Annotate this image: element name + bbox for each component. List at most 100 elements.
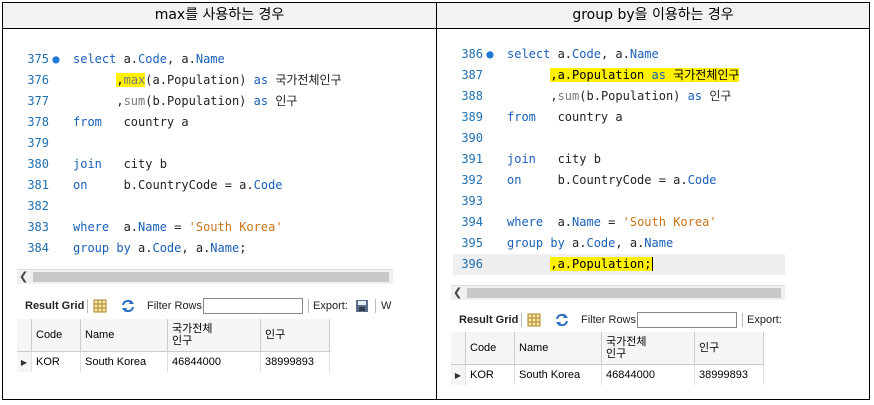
code-text: group by a.Code, a.Name [507, 236, 673, 250]
gutter-spacer [49, 196, 63, 217]
code-line[interactable]: 377 ,sum(b.Population) as 인구 [19, 91, 393, 112]
code-line[interactable]: 376 ,max(a.Population) as 국가전체인구 [19, 70, 393, 91]
line-number: 387 [461, 68, 483, 82]
code-token: Name [138, 220, 167, 234]
code-line[interactable]: 379 [19, 133, 393, 154]
code-token: Code [253, 178, 283, 192]
code-line[interactable]: 390 [453, 128, 785, 149]
column-header[interactable]: 인구 [694, 332, 764, 365]
grid-view-icon[interactable] [527, 313, 541, 327]
column-header[interactable]: Name [80, 319, 168, 352]
line-number: 395 [461, 236, 483, 250]
code-line[interactable]: 389 from country a [453, 107, 785, 128]
export-label[interactable]: Export: [313, 295, 348, 317]
table-row[interactable]: ▶ KOR South Korea 46844000 38999893 [17, 351, 330, 372]
column-header[interactable]: 국가전체 인구 [167, 319, 261, 352]
table-cell[interactable]: 46844000 [167, 351, 261, 372]
code-line[interactable]: 393 [453, 191, 785, 212]
export-save-icon[interactable] [355, 299, 369, 313]
code-token: Code [152, 241, 182, 255]
code-token: a. [123, 52, 139, 66]
export-label[interactable]: Export: [747, 309, 782, 331]
code-token: , a. [166, 52, 196, 66]
code-line[interactable]: 396 ,a.Population; [453, 254, 785, 275]
gutter-spacer [483, 170, 497, 191]
wrap-toggle-label[interactable]: W [381, 295, 391, 317]
table-cell[interactable]: 46844000 [601, 364, 695, 385]
code-line[interactable]: 382 [19, 196, 393, 217]
table-cell[interactable]: KOR [31, 351, 81, 372]
code-token: , a. [181, 241, 211, 255]
left-horizontal-scrollbar[interactable]: ❮ [17, 269, 393, 284]
line-number: 394 [461, 215, 483, 229]
line-number: 389 [461, 110, 483, 124]
column-header[interactable]: Name [514, 332, 602, 365]
code-line[interactable]: 380 join city b [19, 154, 393, 175]
table-cell[interactable]: 38999893 [260, 351, 330, 372]
gutter-spacer [49, 175, 63, 196]
scrollbar-thumb[interactable] [467, 288, 781, 298]
code-line[interactable]: 392 on b.CountryCode = a.Code [453, 170, 785, 191]
right-header: group by을 이용하는 경우 [437, 3, 869, 28]
code-line[interactable]: 378 from country a [19, 112, 393, 133]
column-header[interactable]: 국가전체 인구 [601, 332, 695, 365]
filter-rows-input[interactable] [203, 298, 303, 314]
table-cell[interactable]: South Korea [80, 351, 168, 372]
code-line[interactable]: 395 group by a.Code, a.Name [453, 233, 785, 254]
scrollbar-thumb[interactable] [33, 272, 389, 282]
right-horizontal-scrollbar[interactable]: ❮ [451, 285, 785, 300]
table-row[interactable]: ▶ KOR South Korea 46844000 38999893 [451, 364, 764, 385]
line-number: 390 [461, 131, 483, 145]
code-line[interactable]: 388 ,sum(b.Population) as 인구 [453, 86, 785, 107]
code-token: 'South Korea' [622, 215, 717, 229]
code-line[interactable]: 387 ,a.Population as 국가전체인구 [453, 65, 785, 86]
column-header[interactable]: Code [465, 332, 515, 365]
table-cell[interactable]: 38999893 [694, 364, 764, 385]
code-token: as [253, 73, 269, 87]
code-line[interactable]: 383 where a.Name = 'South Korea' [19, 217, 393, 238]
code-token: where [507, 215, 544, 229]
refresh-icon[interactable] [555, 313, 569, 327]
code-token: from [73, 115, 102, 129]
code-token: sum [123, 94, 146, 108]
code-line[interactable]: 386 ● select a.Code, a.Name [453, 44, 785, 65]
code-line[interactable]: 394 where a.Name = 'South Korea' [453, 212, 785, 233]
code-line[interactable]: 391 join city b [453, 149, 785, 170]
table-cell[interactable]: South Korea [514, 364, 602, 385]
result-grid-tab[interactable]: Result Grid [459, 309, 518, 331]
toolbar-separator [375, 299, 376, 313]
code-line[interactable]: 375 ● select a.Code, a.Name [19, 49, 393, 70]
code-token: ; [239, 241, 247, 255]
code-token: sum [557, 89, 580, 103]
column-header[interactable]: Code [31, 319, 81, 352]
code-token: 국가전체인구 [268, 73, 342, 87]
gutter-spacer [49, 133, 63, 154]
grid-corner [451, 332, 466, 365]
line-number: 375 [27, 52, 49, 66]
left-sql-editor[interactable]: 375 ● select a.Code, a.Name 376 ,max(a.Popu… [19, 49, 393, 275]
column-header[interactable]: 인구 [260, 319, 330, 352]
code-token: a. [564, 236, 587, 250]
code-token: 'South Korea' [188, 220, 283, 234]
scroll-left-icon[interactable]: ❮ [19, 270, 28, 284]
grid-view-icon[interactable] [93, 299, 107, 313]
line-number: 381 [27, 178, 49, 192]
filter-rows-input[interactable] [637, 312, 737, 328]
table-cell[interactable]: KOR [465, 364, 515, 385]
code-line[interactable]: 381 on b.CountryCode = a.Code [19, 175, 393, 196]
right-sql-editor[interactable]: 386 ● select a.Code, a.Name 387 ,a.Populati… [453, 44, 785, 284]
code-token: a. [130, 241, 153, 255]
refresh-icon[interactable] [121, 299, 135, 313]
code-text: select a.Code, a.Name [507, 47, 659, 61]
left-header: max를 사용하는 경우 [3, 3, 436, 28]
code-line[interactable]: 384 group by a.Code, a.Name; [19, 238, 393, 259]
scroll-left-icon[interactable]: ❮ [453, 286, 462, 300]
code-token: as [651, 68, 666, 82]
result-table: Code Name 국가전체 인구 인구 ▶ KOR South Korea 46844000… [451, 332, 764, 385]
result-grid-tab[interactable]: Result Grid [25, 295, 84, 317]
gutter-spacer [483, 149, 497, 170]
code-text: ,a.Population; [507, 257, 653, 271]
gutter-spacer [483, 128, 497, 149]
